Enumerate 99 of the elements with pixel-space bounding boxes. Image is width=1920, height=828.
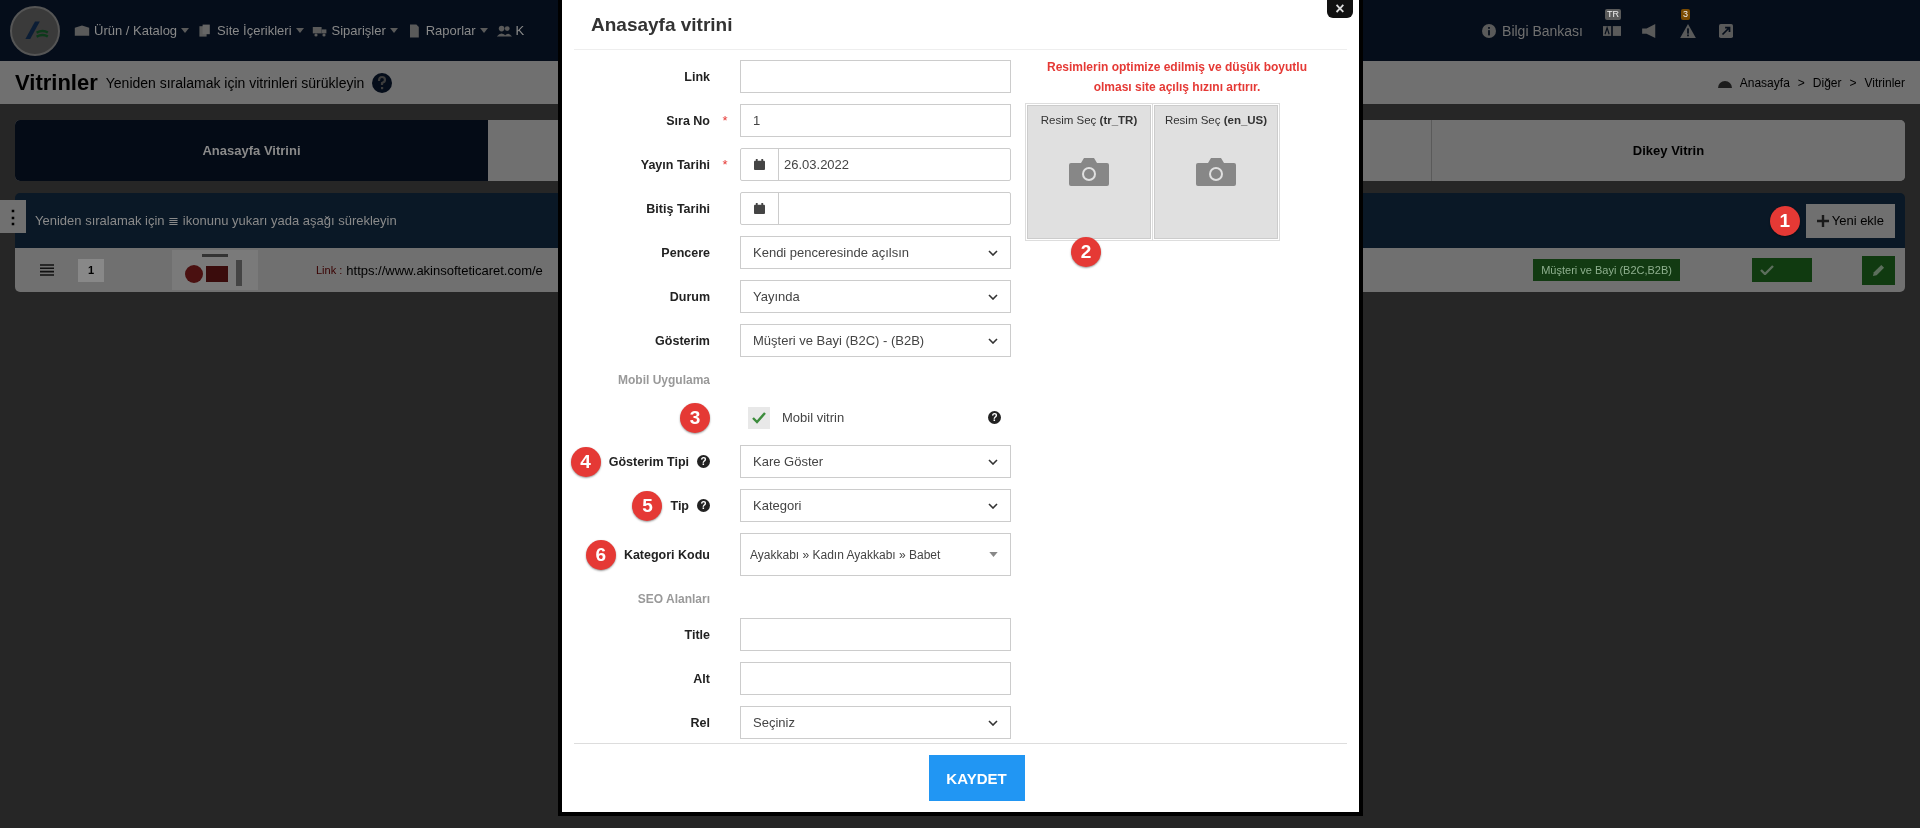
help-icon[interactable] (372, 72, 393, 93)
chevron-icon (988, 337, 998, 344)
box-icon (74, 23, 90, 38)
breadcrumb-separator: > (1849, 75, 1857, 90)
nav-menu-item[interactable]: Raporlar (405, 23, 488, 38)
caret-icon (989, 552, 998, 557)
nav-menu-item[interactable]: Siparişler (311, 23, 398, 38)
annotation-badge: 1 (1769, 205, 1800, 236)
alerts-badge: 3 (1681, 8, 1690, 20)
add-button[interactable]: Yeni ekle (1805, 203, 1895, 238)
chevron-icon (988, 293, 998, 300)
caret-icon (295, 28, 304, 33)
field-label: Tip (670, 498, 689, 513)
select-field[interactable]: Kendi penceresinde açılsın (740, 236, 1011, 269)
field-label: Bitiş Tarihi (646, 201, 710, 216)
annotation-badge: 2 (1071, 237, 1101, 267)
text-field[interactable] (740, 60, 1011, 93)
camera-icon (1069, 156, 1109, 186)
external-link-icon[interactable] (1717, 23, 1735, 38)
audience-tag: Müşteri ve Bayi (B2C,B2B) (1533, 259, 1680, 281)
tab[interactable]: Anasayfa Vitrini (15, 120, 488, 181)
annotation-badge: 4 (570, 446, 601, 477)
section-heading: SEO Alanları (637, 592, 710, 606)
field-label: Gösterim (655, 333, 710, 348)
link-label: Link : (316, 264, 343, 276)
edit-button[interactable] (1862, 255, 1895, 285)
required-mark: * (722, 113, 728, 128)
nav-menu-item[interactable]: Ürün / Katalog (74, 23, 190, 38)
field-label: Yayın Tarihi (640, 157, 710, 172)
breadcrumb-link[interactable]: Anasayfa (1739, 75, 1790, 90)
warning-icon[interactable] (1679, 23, 1697, 38)
text-field[interactable]: 1 (740, 104, 1011, 137)
camera-icon (1196, 156, 1236, 186)
chevron-icon (988, 249, 998, 256)
text-field[interactable] (740, 618, 1011, 651)
page-title: Vitrinler (15, 69, 98, 96)
field-label: Sıra No (666, 113, 710, 128)
reorder-hint: Yeniden sıralamak için ≣ ikonunu yukarı yada aşağı sürekleyin (35, 213, 398, 228)
check-icon (752, 411, 766, 424)
select-field[interactable]: Kare Göster (740, 445, 1011, 478)
breadcrumb-separator: > (1797, 75, 1805, 90)
language-icon[interactable] (1603, 23, 1621, 38)
image-picker[interactable]: Resim Seç (en_US) (1154, 105, 1278, 239)
order-number: 1 (78, 258, 104, 282)
caret-icon (479, 28, 488, 33)
page-subtitle: Yeniden sıralamak için vitrinleri sürükleyin (105, 74, 365, 91)
chevron-icon (988, 458, 998, 465)
users-icon (495, 23, 512, 38)
chevron-icon (988, 502, 998, 509)
image-picker[interactable]: Resim Seç (tr_TR) (1027, 105, 1151, 239)
field-label: Durum (669, 289, 710, 304)
field-label: Alt (693, 671, 710, 686)
check-icon (1760, 265, 1774, 275)
date-field[interactable] (740, 192, 1011, 225)
breadcrumb-link[interactable]: Vitrinler (1864, 75, 1905, 90)
checkbox-label: Mobil vitrin (782, 410, 845, 425)
help-icon[interactable]: ? (697, 455, 710, 468)
status-toggle[interactable] (1752, 258, 1812, 282)
info-icon (1482, 23, 1497, 38)
calendar-icon (754, 203, 765, 214)
field-label: Rel (690, 715, 710, 730)
select-field[interactable]: Kategori (740, 489, 1011, 522)
select-field[interactable]: Seçiniz (740, 706, 1011, 739)
field-label: Pencere (661, 245, 710, 260)
link-url[interactable]: https://www.akinsofteticaret.com/e (346, 262, 543, 278)
language-badge: TR (1605, 8, 1621, 20)
image-size-warning: Resimlerin optimize edilmiş ve düşük boyutlu olması site açılış hızını artırır. (1045, 59, 1309, 96)
field-label: Kategori Kodu (623, 547, 710, 562)
field-label: Link (684, 69, 710, 84)
required-mark: * (722, 157, 728, 172)
close-button[interactable]: × (1327, 0, 1353, 18)
date-field[interactable]: 26.03.2022 (740, 148, 1011, 181)
caret-icon (181, 28, 190, 33)
logo[interactable] (10, 5, 60, 56)
pencil-icon (1872, 263, 1885, 277)
select-field[interactable]: Yayında (740, 280, 1011, 313)
plus-icon (1816, 214, 1829, 227)
sidebar-handle[interactable]: ⋮ (0, 200, 26, 233)
chevron-icon (988, 719, 998, 726)
breadcrumb-link[interactable]: Diğer (1812, 75, 1842, 90)
select-field[interactable]: Müşteri ve Bayi (B2C) - (B2B) (740, 324, 1011, 357)
category-select[interactable]: Ayakkabı » Kadın Ayakkabı » Babet (740, 533, 1011, 576)
modal-title: Anasayfa vitrini (591, 13, 733, 36)
section-heading: Mobil Uygulama (618, 373, 710, 387)
annotation-badge: 3 (680, 402, 710, 433)
nav-menu-item[interactable]: Site İçerikleri (197, 23, 304, 38)
help-icon[interactable]: ? (697, 499, 710, 512)
field-label: Gösterim Tipi (608, 454, 689, 469)
nav-menu-item[interactable]: K (495, 23, 525, 38)
annotation-badge: 5 (632, 490, 663, 521)
knowledge-base-link[interactable]: Bilgi Bankası (1482, 22, 1583, 39)
text-field[interactable] (740, 662, 1011, 695)
checkbox[interactable] (748, 406, 770, 429)
annotation-badge: 6 (585, 539, 616, 570)
caret-icon (389, 28, 398, 33)
help-icon[interactable]: ? (988, 411, 1001, 424)
drag-handle-icon[interactable] (40, 264, 54, 276)
field-label: Title (684, 627, 710, 642)
calendar-icon (754, 159, 765, 170)
